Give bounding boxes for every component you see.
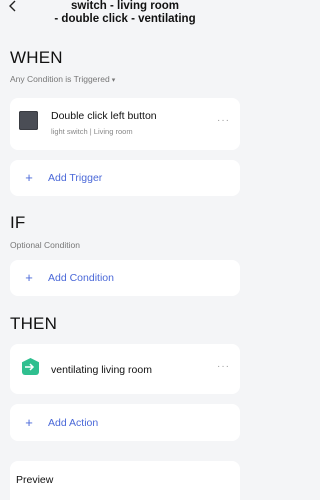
action-title: ventilating living room	[51, 364, 152, 376]
switch-device-icon	[19, 111, 38, 130]
plus-icon: +	[25, 415, 33, 430]
trigger-title: Double click left button	[51, 110, 157, 122]
header: switch - living room - double click - ve…	[0, 0, 250, 42]
add-trigger-button[interactable]: + Add Trigger	[10, 160, 240, 196]
condition-mode-dropdown[interactable]: Any Condition is Triggered ▾	[10, 74, 115, 84]
plus-icon: +	[25, 270, 33, 285]
add-trigger-label: Add Trigger	[48, 172, 103, 184]
add-condition-label: Add Condition	[48, 272, 114, 284]
add-condition-button[interactable]: + Add Condition	[10, 260, 240, 296]
if-subtitle: Optional Condition	[10, 240, 80, 250]
trigger-card[interactable]: Double click left button light switch | …	[10, 98, 240, 150]
plus-icon: +	[25, 170, 33, 185]
page-title-line-1: switch - living room	[71, 0, 179, 12]
more-options-icon[interactable]: ···	[217, 361, 230, 372]
then-heading: THEN	[10, 314, 58, 333]
page-title: switch - living room - double click - ve…	[40, 0, 210, 26]
when-heading: WHEN	[10, 48, 63, 67]
page-title-line-2: - double click - ventilating	[54, 13, 196, 25]
action-card[interactable]: ventilating living room ···	[10, 344, 240, 394]
preview-label: Preview	[16, 474, 54, 486]
add-action-label: Add Action	[48, 417, 99, 429]
scene-icon	[22, 358, 39, 375]
more-options-icon[interactable]: ···	[217, 115, 230, 126]
if-heading: IF	[10, 213, 26, 232]
preview-card[interactable]: Preview	[10, 461, 240, 500]
add-action-button[interactable]: + Add Action	[10, 404, 240, 441]
condition-mode-label: Any Condition is Triggered	[10, 74, 110, 84]
back-arrow-icon[interactable]	[8, 0, 20, 14]
caret-down-icon: ▾	[111, 77, 116, 84]
trigger-subtitle: light switch | Living room	[51, 127, 133, 136]
